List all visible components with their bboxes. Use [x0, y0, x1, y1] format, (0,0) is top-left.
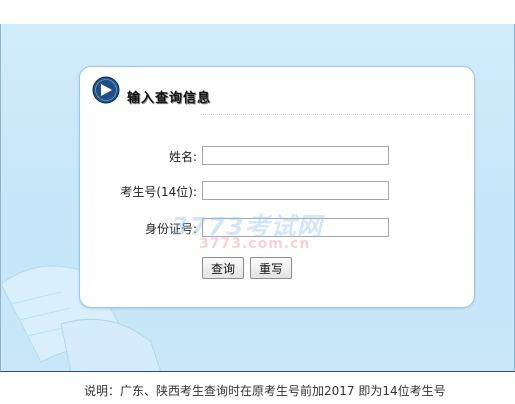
title-divider: [200, 114, 470, 115]
exam-number-label: 考生号(14位):: [120, 185, 197, 199]
query-page-background: 输入查询信息 姓名: 考生号(14位): 身份证号: 查询 重写 3773考试网…: [0, 24, 515, 372]
exam-number-input[interactable]: [202, 181, 389, 200]
panel-title: 输入查询信息: [127, 91, 212, 106]
query-panel: 输入查询信息 姓名: 考生号(14位): 身份证号: 查询 重写: [79, 66, 475, 308]
query-button[interactable]: 查询: [202, 257, 244, 279]
footer-instructions: 说明：广东、陕西考生查询时在原考生号前加2017 即为14位考生号: [84, 384, 446, 398]
reset-button[interactable]: 重写: [250, 257, 292, 279]
circle-arrow-right-icon: [92, 76, 120, 104]
watermark-url: 3773.com.cn: [199, 236, 311, 252]
name-label: 姓名:: [168, 150, 197, 164]
name-input[interactable]: [202, 146, 389, 165]
top-white-strip: [0, 0, 515, 24]
